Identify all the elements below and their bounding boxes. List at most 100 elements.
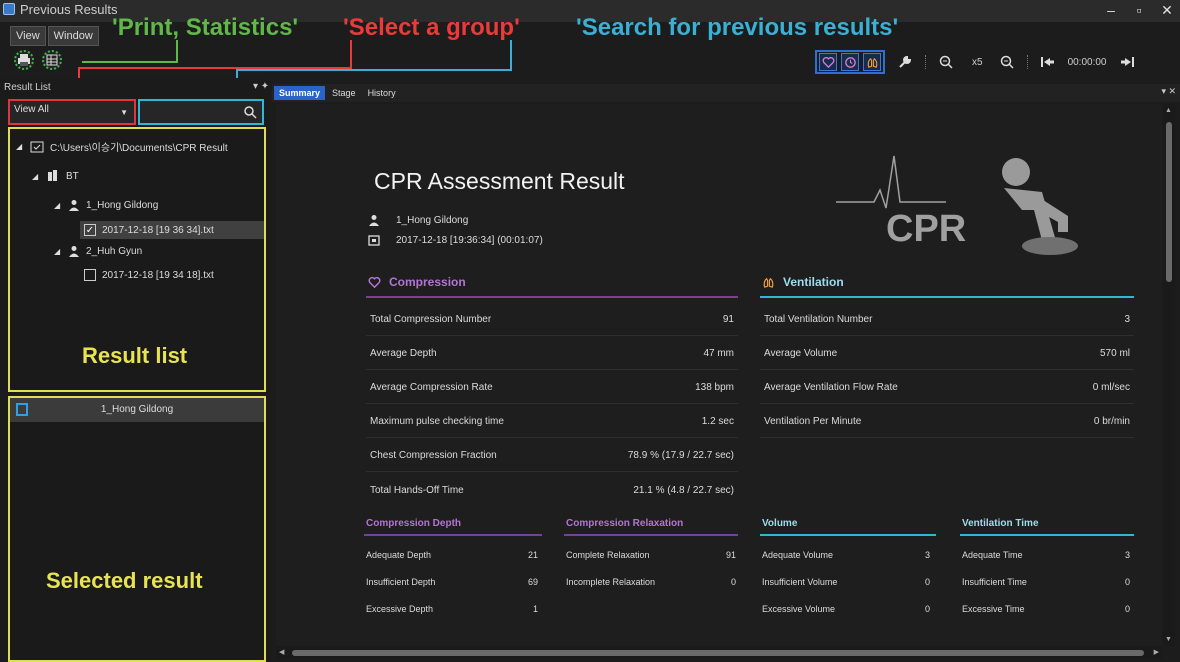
go-start-icon[interactable] bbox=[1038, 52, 1058, 72]
tree-file[interactable]: ✓ 2017-12-18 [19 36 34].txt bbox=[80, 221, 264, 239]
tree-user[interactable]: ◢ 2_Huh Gyun bbox=[54, 245, 142, 257]
divider bbox=[960, 534, 1134, 536]
tree-file-label: 2017-12-18 [19 36 34].txt bbox=[102, 224, 214, 236]
scroll-up-icon[interactable]: ▲ bbox=[1165, 107, 1172, 114]
tab-summary[interactable]: Summary bbox=[274, 86, 326, 100]
user-icon bbox=[369, 215, 379, 226]
expand-arrow-icon[interactable]: ◢ bbox=[32, 172, 40, 181]
divider bbox=[364, 534, 542, 536]
clock-icon[interactable] bbox=[841, 53, 859, 71]
stat-row: Total Compression Number 91 bbox=[366, 304, 738, 336]
tree-user[interactable]: ◢ 1_Hong Gildong bbox=[54, 199, 158, 211]
menu-window[interactable]: Window bbox=[47, 26, 99, 46]
divider bbox=[760, 534, 936, 536]
breakdown-row: Insufficient Time 0 bbox=[962, 577, 1130, 587]
app-icon bbox=[3, 3, 15, 15]
breakdown-row: Excessive Depth 1 bbox=[366, 604, 538, 614]
stat-label: Average Ventilation Flow Rate bbox=[764, 382, 898, 393]
stat-value: 0 ml/sec bbox=[1092, 382, 1130, 393]
zoom-in-icon[interactable] bbox=[936, 52, 956, 72]
left-toolbar bbox=[14, 50, 62, 70]
group-select[interactable]: View All ▼ bbox=[8, 99, 136, 125]
panel-title: Result List bbox=[4, 82, 51, 93]
zoom-level: x5 bbox=[972, 56, 983, 68]
zoom-out-icon[interactable] bbox=[997, 52, 1017, 72]
app-window: Previous Results – ▫ ✕ View Window x5 00… bbox=[0, 0, 1180, 662]
stat-label: Maximum pulse checking time bbox=[370, 416, 504, 427]
folder-icon bbox=[30, 141, 44, 152]
file-checkbox[interactable]: ✓ bbox=[84, 224, 96, 236]
wrench-icon[interactable] bbox=[895, 52, 915, 72]
tab-history[interactable]: History bbox=[363, 86, 401, 100]
breakdown-row: Excessive Time 0 bbox=[962, 604, 1130, 614]
breakdown-label: Excessive Time bbox=[962, 604, 1025, 614]
group-select-value: View All bbox=[14, 104, 49, 115]
breakdown-label: Excessive Depth bbox=[366, 604, 434, 614]
breakdown-value: 3 bbox=[1124, 550, 1130, 560]
compression-heading: Compression bbox=[368, 275, 466, 289]
ventilation-heading-label: Ventilation bbox=[783, 275, 844, 289]
breakdown-label: Insufficient Volume bbox=[762, 577, 838, 587]
report-datetime: 2017-12-18 [19:36:34] (00:01:07) bbox=[396, 234, 543, 246]
close-button[interactable]: ✕ bbox=[1160, 2, 1174, 19]
breakdown-row: Complete Relaxation 91 bbox=[566, 550, 736, 560]
print-icon[interactable] bbox=[14, 50, 34, 70]
breakdown-heading: Ventilation Time bbox=[962, 518, 1039, 529]
stat-label: Total Ventilation Number bbox=[764, 314, 873, 325]
pin-icon[interactable]: ▾ ✦ bbox=[253, 81, 269, 92]
file-checkbox[interactable] bbox=[84, 269, 96, 281]
horizontal-scrollbar[interactable]: ◀ ▶ bbox=[276, 647, 1162, 659]
minimize-button[interactable]: – bbox=[1104, 2, 1118, 19]
vertical-scrollbar[interactable]: ▲ ▼ bbox=[1163, 104, 1175, 646]
breakdown-label: Insufficient Time bbox=[962, 577, 1027, 587]
breakdown-label: Excessive Volume bbox=[762, 604, 836, 614]
breakdown-label: Adequate Time bbox=[962, 550, 1023, 560]
tab-close-icon[interactable]: ▾ ✕ bbox=[1161, 86, 1176, 97]
group-icon bbox=[48, 170, 57, 181]
expand-arrow-icon[interactable]: ◢ bbox=[54, 247, 62, 256]
breakdown-value: 0 bbox=[1124, 604, 1130, 614]
stat-label: Average Depth bbox=[370, 348, 437, 359]
tree-file[interactable]: 2017-12-18 [19 34 18].txt bbox=[84, 269, 214, 281]
cpr-logo-text: CPR bbox=[886, 208, 967, 250]
expand-arrow-icon[interactable]: ◢ bbox=[16, 142, 24, 151]
annotation-search: 'Search for previous results' bbox=[576, 14, 899, 41]
scroll-left-icon[interactable]: ◀ bbox=[279, 648, 284, 656]
expand-arrow-icon[interactable]: ◢ bbox=[54, 201, 62, 210]
stat-value: 47 mm bbox=[703, 348, 734, 359]
report-title: CPR Assessment Result bbox=[374, 168, 625, 194]
separator bbox=[925, 55, 926, 69]
annotation-select-group: 'Select a group' bbox=[343, 14, 520, 41]
annotation-connector bbox=[350, 40, 352, 68]
scroll-thumb[interactable] bbox=[1166, 122, 1172, 282]
heart-icon[interactable] bbox=[819, 53, 837, 71]
divider bbox=[760, 296, 1134, 298]
search-input[interactable] bbox=[143, 104, 239, 120]
tree-root[interactable]: ◢ C:\Users\이승기\Documents\CPR Result bbox=[16, 139, 228, 154]
maximize-button[interactable]: ▫ bbox=[1132, 2, 1146, 19]
annotation-connector bbox=[176, 40, 178, 62]
tree-group[interactable]: ◢ BT bbox=[32, 169, 79, 183]
stat-row: Total Ventilation Number 3 bbox=[760, 304, 1134, 336]
search-icon[interactable] bbox=[243, 105, 257, 119]
statistics-icon[interactable] bbox=[42, 50, 62, 70]
stat-value: 21.1 % (4.8 / 22.7 sec) bbox=[633, 484, 734, 496]
breakdown-heading: Compression Depth bbox=[366, 518, 462, 529]
tree-group-label: BT bbox=[66, 170, 79, 182]
breakdown-row: Insufficient Volume 0 bbox=[762, 577, 930, 587]
stat-value: 91 bbox=[722, 314, 734, 325]
scroll-right-icon[interactable]: ▶ bbox=[1154, 648, 1159, 656]
breakdown-row: Insufficient Depth 69 bbox=[366, 577, 538, 587]
view-mode-group bbox=[815, 50, 885, 74]
divider bbox=[564, 534, 738, 536]
result-list-label: Result list bbox=[82, 343, 188, 368]
tab-stage[interactable]: Stage bbox=[327, 86, 361, 100]
tree-file-label: 2017-12-18 [19 34 18].txt bbox=[102, 269, 214, 281]
scroll-thumb[interactable] bbox=[292, 650, 1144, 656]
breakdown-row: Adequate Depth 21 bbox=[366, 550, 538, 560]
menu-view[interactable]: View bbox=[10, 26, 46, 46]
scroll-down-icon[interactable]: ▼ bbox=[1165, 636, 1172, 643]
lungs-icon bbox=[763, 277, 774, 288]
go-end-icon[interactable] bbox=[1117, 52, 1137, 72]
lungs-icon[interactable] bbox=[863, 53, 881, 71]
